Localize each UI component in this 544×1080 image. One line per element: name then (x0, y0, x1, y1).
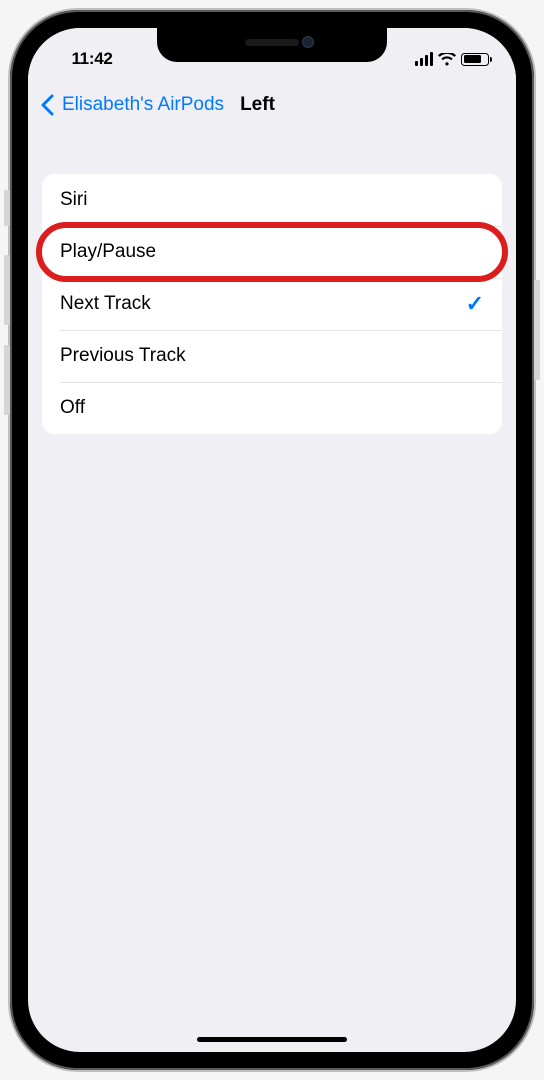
back-button[interactable] (34, 88, 60, 122)
page-title: Left (240, 94, 275, 116)
options-list: Siri Play/Pause Next Track ✓ Previous Tr… (42, 174, 502, 434)
battery-icon (461, 53, 489, 66)
option-label: Next Track (60, 293, 466, 315)
cellular-signal-icon (415, 52, 434, 66)
screen: 11:42 Elisabeth's AirPods Left (28, 28, 516, 1052)
power-button (534, 280, 540, 380)
mute-switch (4, 190, 10, 226)
option-next-track[interactable]: Next Track ✓ (42, 278, 502, 330)
home-indicator[interactable] (197, 1037, 347, 1042)
status-time: 11:42 (28, 49, 156, 69)
option-siri[interactable]: Siri (42, 174, 502, 226)
phone-frame: 11:42 Elisabeth's AirPods Left (10, 10, 534, 1070)
checkmark-icon: ✓ (466, 291, 484, 317)
front-camera (302, 36, 314, 48)
option-play-pause[interactable]: Play/Pause (42, 226, 502, 278)
option-label: Previous Track (60, 345, 484, 367)
option-label: Play/Pause (60, 241, 484, 263)
notch (157, 28, 387, 62)
volume-up-button (4, 255, 10, 325)
speaker-grille (245, 39, 299, 46)
option-label: Off (60, 397, 484, 419)
status-indicators (388, 52, 516, 66)
option-previous-track[interactable]: Previous Track (42, 330, 502, 382)
back-label[interactable]: Elisabeth's AirPods (62, 94, 224, 116)
volume-down-button (4, 345, 10, 415)
option-label: Siri (60, 189, 484, 211)
content-area: Siri Play/Pause Next Track ✓ Previous Tr… (28, 126, 516, 434)
option-off[interactable]: Off (42, 382, 502, 434)
wifi-icon (438, 53, 456, 66)
